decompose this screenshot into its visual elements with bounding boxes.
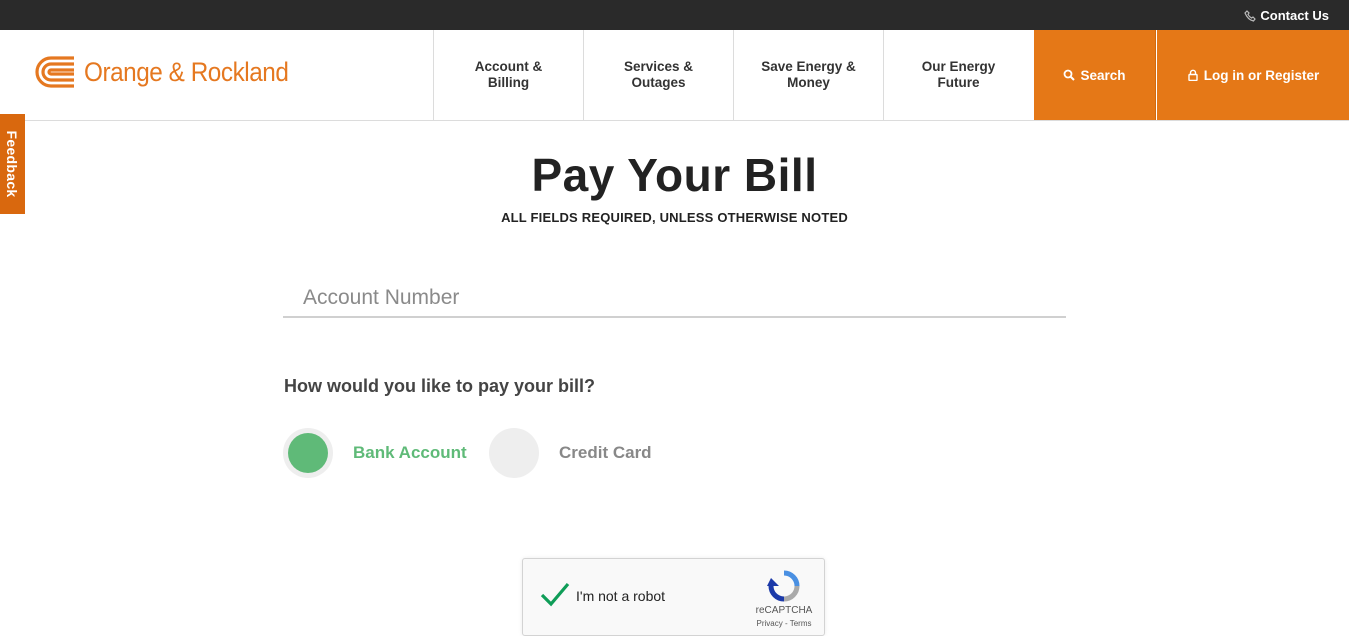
logo-text: Orange & Rockland (84, 56, 289, 87)
nav-label-line2: Money (787, 75, 830, 90)
link-separator: - (782, 619, 790, 628)
not-a-robot-label: I'm not a robot (576, 588, 666, 604)
nav-label-line2: Billing (487, 75, 530, 90)
checkmark-icon[interactable] (539, 581, 571, 609)
phone-icon (1244, 9, 1257, 22)
nav-label-line2: Future (937, 75, 980, 90)
page-title: Pay Your Bill (531, 149, 818, 201)
nav-label-line2: Outages (631, 75, 686, 90)
bank-account-radio[interactable] (283, 428, 333, 478)
top-bar: Contact Us (0, 0, 1349, 30)
contact-us-link[interactable]: Contact Us (1244, 8, 1329, 23)
recaptcha-widget: I'm not a robot reCAPTCHA Privacy - Term… (522, 558, 825, 636)
terms-link[interactable]: Terms (790, 619, 812, 628)
nav-label-line1: Services & (623, 59, 694, 74)
required-fields-note: ALL FIELDS REQUIRED, UNLESS OTHERWISE NO… (501, 210, 848, 225)
bank-account-option[interactable]: Bank Account (283, 428, 467, 478)
contact-us-label: Contact Us (1260, 8, 1329, 23)
lock-icon (1188, 69, 1198, 81)
recaptcha-logo-icon (767, 570, 800, 602)
nav-label-line1: Save Energy & (761, 59, 856, 74)
payment-method-question: How would you like to pay your bill? (284, 376, 596, 396)
search-label: Search (1080, 67, 1126, 83)
logo-mark-icon (35, 56, 74, 88)
nav-label-line1: Our Energy (921, 59, 996, 74)
credit-card-radio[interactable] (489, 428, 539, 478)
search-icon (1064, 69, 1076, 81)
credit-card-label: Credit Card (559, 443, 652, 462)
credit-card-option[interactable]: Credit Card (489, 428, 652, 478)
orange-rockland-logo[interactable]: Orange & Rockland (34, 55, 311, 89)
login-register-button[interactable]: Log in or Register (1157, 30, 1349, 120)
account-number-input[interactable] (283, 280, 1066, 318)
recaptcha-links: Privacy - Terms (749, 619, 819, 628)
privacy-link[interactable]: Privacy (757, 619, 783, 628)
nav-save-energy-money[interactable]: Save Energy & Money (733, 30, 883, 120)
nav-label-line1: Account & (474, 59, 543, 74)
main-nav: Account & Billing Services & Outages Save … (433, 30, 1033, 121)
nav-our-energy-future[interactable]: Our Energy Future (883, 30, 1033, 120)
site-header: Orange & Rockland Account & Billing Servi… (0, 30, 1349, 121)
login-register-label: Log in or Register (1203, 67, 1320, 83)
bank-account-label: Bank Account (353, 443, 467, 462)
search-button[interactable]: Search (1034, 30, 1156, 120)
nav-account-billing[interactable]: Account & Billing (433, 30, 583, 120)
radio-selected-dot (288, 433, 328, 473)
recaptcha-brand: reCAPTCHA (755, 605, 813, 616)
nav-services-outages[interactable]: Services & Outages (583, 30, 733, 120)
